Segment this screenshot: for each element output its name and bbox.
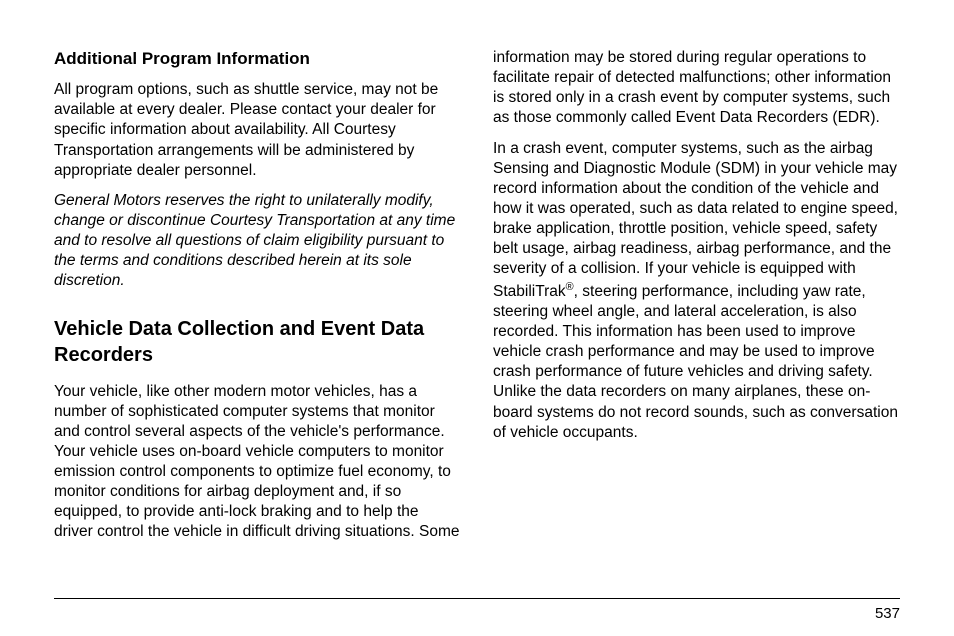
page-number: 537 <box>54 605 900 622</box>
left-column: Additional Program Information All progr… <box>54 48 461 608</box>
para-gm-reserves: General Motors reserves the right to uni… <box>54 191 461 292</box>
footer-divider <box>54 598 900 599</box>
page-content: Additional Program Information All progr… <box>54 48 900 608</box>
para-info-stored: information may be stored during regular… <box>493 48 900 129</box>
para-vehicle-intro: Your vehicle, like other modern motor ve… <box>54 382 461 543</box>
right-column: information may be stored during regular… <box>493 48 900 608</box>
para-crash-event: In a crash event, computer systems, such… <box>493 139 900 443</box>
heading-additional-program: Additional Program Information <box>54 48 461 70</box>
heading-vehicle-data: Vehicle Data Collection and Event Data R… <box>54 316 461 368</box>
page-footer: 537 <box>54 598 900 622</box>
para-program-options: All program options, such as shuttle ser… <box>54 80 461 181</box>
